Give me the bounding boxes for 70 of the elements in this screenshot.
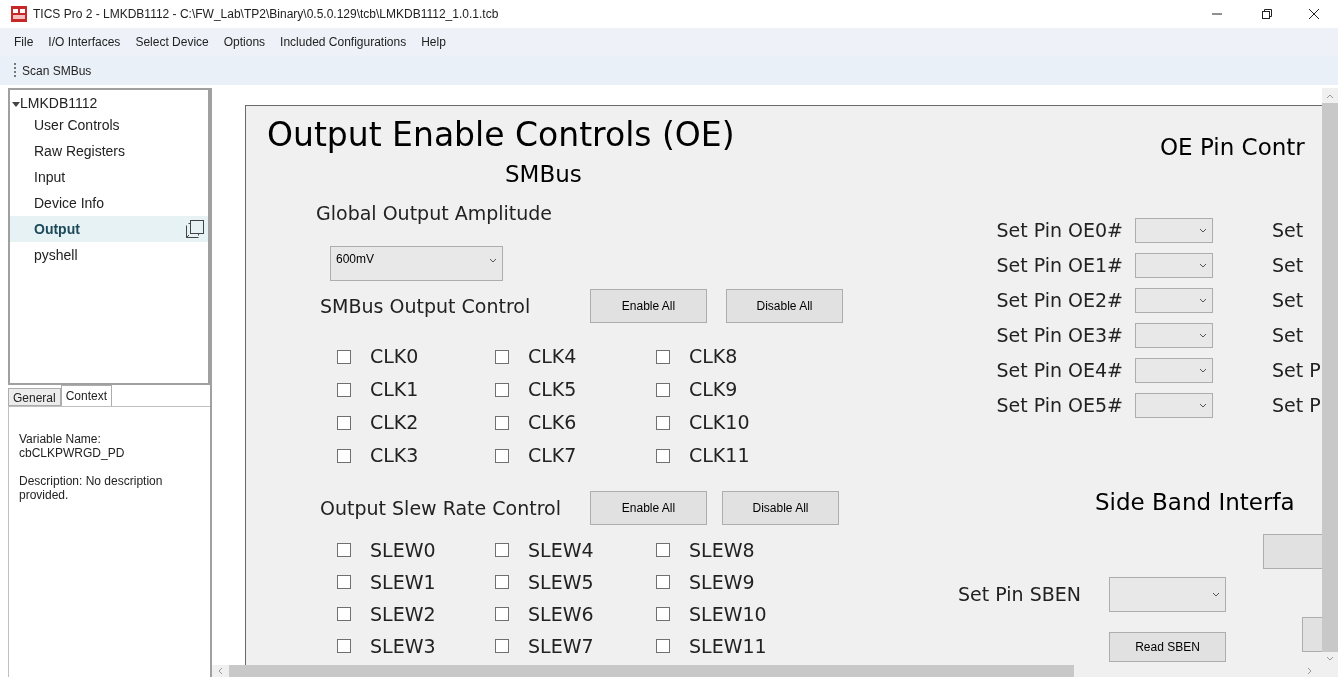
menu-item[interactable]: Options <box>219 33 270 51</box>
tree-item[interactable]: LMKDB1112 <box>20 92 98 114</box>
button[interactable]: Disable All <box>722 491 839 525</box>
checkbox-label: CLK10 <box>689 410 750 436</box>
pin-label: Set Pin SBEN <box>958 582 1082 608</box>
pin-label: Set Pi <box>1272 393 1322 419</box>
checkbox-label: CLK9 <box>689 377 738 403</box>
pin-label: Set <box>1272 253 1304 279</box>
checkbox-label: CLK8 <box>689 344 738 370</box>
variable-name: cbCLKPWRGD_PD <box>19 446 126 460</box>
window-title: TICS Pro 2 - LMKDB1112 - C:\FW_Lab\TP2\Binary\0.5.0.129\tcb\LMKDB1112_1.0.1.tcb <box>33 6 499 23</box>
checkbox-label: CLK1 <box>370 377 419 403</box>
pin-label: Set Pin OE2# <box>995 288 1123 314</box>
checkbox-label: CLK2 <box>370 410 419 436</box>
checkbox-label: SLEW10 <box>689 601 767 627</box>
button[interactable]: Enable All <box>590 491 707 525</box>
section-heading: Side Band Interfa <box>1095 488 1296 517</box>
tab[interactable]: Context <box>60 385 113 406</box>
pin-label: Set <box>1272 288 1304 314</box>
pin-label: Set Pi <box>1272 358 1322 384</box>
tree-item[interactable]: Raw Registers <box>10 138 208 164</box>
tree-item[interactable]: Input <box>10 164 208 190</box>
checkbox-label: SLEW4 <box>528 537 594 563</box>
dropdown[interactable]: 600mV <box>330 246 503 281</box>
checkbox-label: CLK6 <box>528 410 577 436</box>
checkbox-label: SLEW11 <box>689 633 767 659</box>
toolbar-button[interactable]: Scan SMBus <box>22 61 92 80</box>
menu-item[interactable]: Select Device <box>131 33 213 51</box>
checkbox-label: CLK11 <box>689 443 750 469</box>
tree-item[interactable]: Device Info <box>10 190 208 216</box>
tree-item[interactable]: User Controls <box>10 112 208 138</box>
section-heading: SMBus <box>505 160 583 189</box>
tab[interactable]: General <box>8 388 61 406</box>
tree-item[interactable]: pyshell <box>10 242 208 268</box>
checkbox-label: SLEW9 <box>689 569 755 595</box>
page-title: Output Enable Controls (OE) <box>267 115 736 155</box>
checkbox-label: CLK5 <box>528 377 577 403</box>
pin-label: Set Pin OE5# <box>995 393 1123 419</box>
checkbox-label: SLEW7 <box>528 633 594 659</box>
checkbox-label: SLEW8 <box>689 537 755 563</box>
menu-item[interactable]: I/O Interfaces <box>44 33 125 51</box>
menu-item[interactable]: Help <box>417 33 450 51</box>
variable-name-label: Variable Name: <box>19 432 102 446</box>
pin-label: Set Pin OE1# <box>995 253 1123 279</box>
menu-item[interactable]: File <box>10 33 38 51</box>
tree-item[interactable]: Output <box>10 216 208 242</box>
description-text: Description: No description provided. <box>19 474 164 502</box>
pin-label: Set Pin OE3# <box>995 323 1123 349</box>
checkbox-label: SLEW3 <box>370 633 436 659</box>
checkbox-label: SLEW1 <box>370 569 436 595</box>
checkbox-label: SLEW5 <box>528 569 594 595</box>
checkbox-label: CLK4 <box>528 344 577 370</box>
checkbox-label: CLK0 <box>370 344 419 370</box>
section-label: Output Slew Rate Control <box>320 495 562 521</box>
section-heading: OE Pin Contr <box>1160 133 1306 162</box>
pin-label: Set Pin OE0# <box>995 218 1123 244</box>
checkbox-label: CLK7 <box>528 443 577 469</box>
menu-item[interactable]: Included Configurations <box>276 33 411 51</box>
pin-label: Set <box>1272 218 1304 244</box>
checkbox-label: CLK3 <box>370 443 419 469</box>
pin-label: Set Pin OE4# <box>995 358 1123 384</box>
checkbox-label: SLEW6 <box>528 601 594 627</box>
button[interactable]: Disable All <box>726 289 843 323</box>
checkbox-label: SLEW0 <box>370 537 436 563</box>
pin-label: Set <box>1272 323 1304 349</box>
checkbox-label: SLEW2 <box>370 601 436 627</box>
button[interactable]: Read SBEN <box>1109 632 1226 662</box>
amplitude-label: Global Output Amplitude <box>316 201 554 225</box>
button[interactable]: Enable All <box>590 289 707 323</box>
section-label: SMBus Output Control <box>320 293 532 319</box>
